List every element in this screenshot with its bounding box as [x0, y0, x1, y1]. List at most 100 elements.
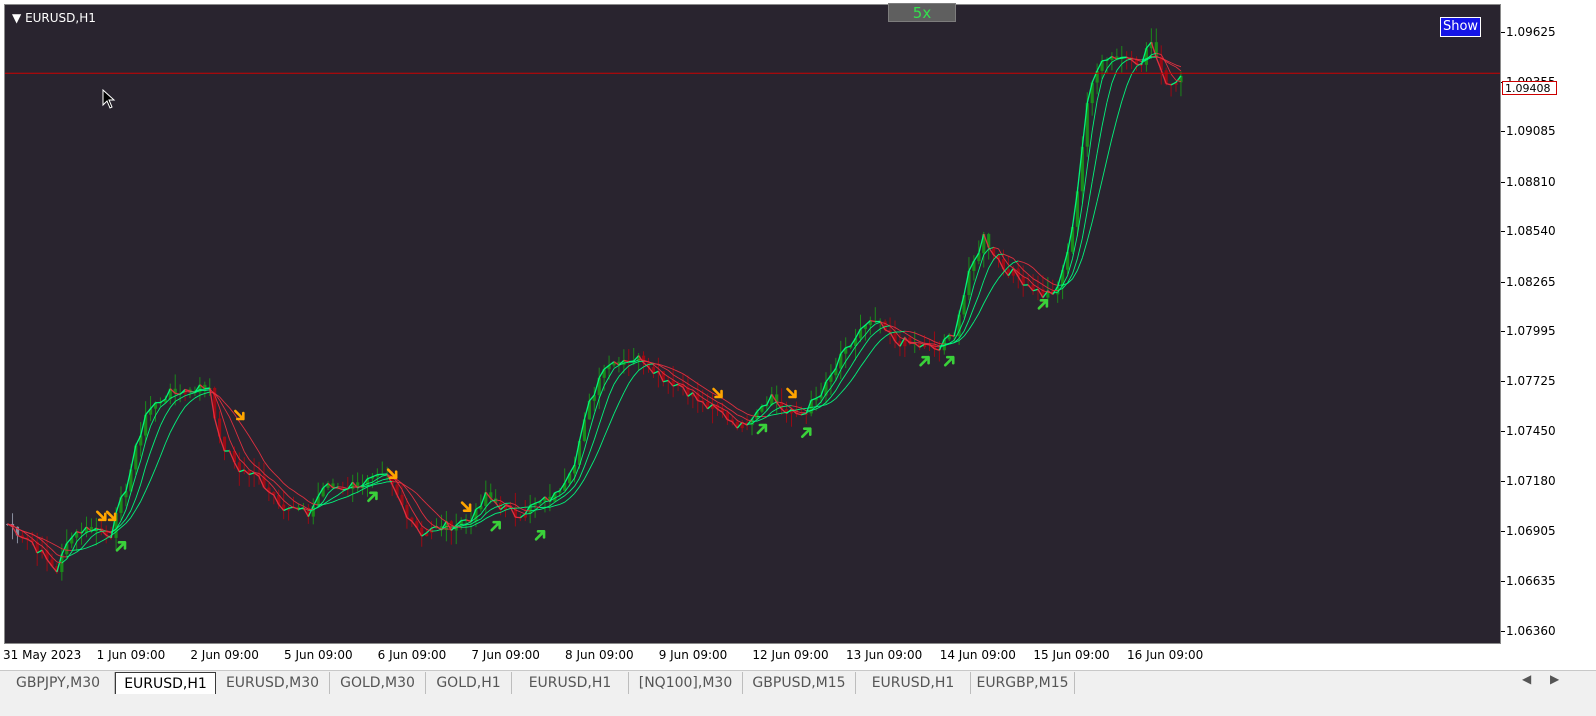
- sell-arrow-icon: [712, 387, 723, 399]
- symbol-text: EURUSD,H1: [25, 11, 96, 25]
- ma-ribbon-line-3: [549, 505, 555, 508]
- symbol-tab[interactable]: [NQ100],M30: [629, 672, 743, 694]
- ma-ribbon-line-2: [490, 506, 496, 511]
- ma-ribbon-line-2: [988, 259, 994, 269]
- show-button[interactable]: Show: [1440, 17, 1481, 37]
- ma-ribbon-line-2: [588, 439, 595, 454]
- ma-ribbon-line-3: [934, 341, 940, 344]
- ma-ribbon-line-2: [672, 374, 679, 379]
- ma-ribbon-line-3: [130, 509, 137, 518]
- ma-ribbon-line-2: [904, 332, 911, 337]
- ma-ribbon-line-2: [96, 530, 102, 534]
- y-tick-label: 1.07180: [1506, 473, 1556, 488]
- ma-ribbon-line-2: [796, 406, 802, 409]
- y-tick-mark: [1501, 531, 1505, 533]
- ma-ribbon-line-2: [712, 398, 718, 403]
- x-tick-label: 7 Jun 09:00: [471, 648, 540, 662]
- price-chart-svg: [5, 28, 1500, 581]
- ma-ribbon-line-3: [441, 518, 447, 523]
- ma-ribbon-line-3: [253, 443, 260, 453]
- ma-ribbon-line-2: [1121, 59, 1127, 65]
- ma-ribbon-line-2: [865, 336, 871, 345]
- tab-scroll-left-icon[interactable]: ◀: [1522, 672, 1531, 686]
- ma-ribbon-line-3: [337, 497, 343, 501]
- ma-ribbon-line-3: [406, 486, 413, 491]
- ma-ribbon-line-3: [500, 509, 506, 513]
- ma-ribbon-line-1: [667, 376, 674, 381]
- ma-ribbon-line-2: [835, 381, 842, 391]
- ma-ribbon-line-3: [732, 404, 738, 410]
- x-tick-label: 16 Jun 09:00: [1127, 648, 1204, 662]
- ma-ribbon-line-3: [638, 366, 644, 371]
- y-tick-label: 1.09625: [1506, 25, 1556, 40]
- y-tick-label: 1.06905: [1506, 524, 1556, 539]
- ma-ribbon-line-3: [135, 501, 142, 510]
- ma-ribbon-line-3: [293, 490, 299, 495]
- ma-ribbon-line-3: [919, 334, 925, 338]
- ma-ribbon-line-2: [771, 408, 777, 413]
- x-tick-label: 6 Jun 09:00: [377, 648, 447, 662]
- ma-ribbon-line-2: [41, 540, 48, 546]
- ma-ribbon-line-2: [86, 536, 92, 544]
- ma-ribbon-line-2: [603, 395, 610, 410]
- ma-ribbon-line-3: [1022, 261, 1029, 265]
- ma-ribbon-line-3: [865, 352, 871, 361]
- ma-ribbon-line-3: [588, 459, 595, 470]
- ma-ribbon-line-2: [737, 414, 743, 418]
- buy-arrow-icon: [800, 427, 812, 438]
- ma-ribbon-line-3: [835, 392, 842, 399]
- symbol-tab[interactable]: GOLD,H1: [426, 672, 512, 694]
- symbol-label[interactable]: ▼ EURUSD,H1: [12, 11, 96, 25]
- symbol-tab[interactable]: GBPJPY,M30: [2, 672, 115, 694]
- ma-ribbon-line-3: [56, 545, 63, 550]
- ma-ribbon-line-3: [342, 496, 348, 499]
- tab-scroll-right-icon[interactable]: ▶: [1550, 672, 1559, 686]
- ma-ribbon-line-1: [1106, 61, 1113, 69]
- dropdown-triangle-icon[interactable]: ▼: [12, 11, 21, 25]
- ma-ribbon-line-3: [697, 383, 703, 388]
- ma-ribbon-line-3: [283, 483, 289, 488]
- ma-ribbon-line-2: [1037, 281, 1044, 286]
- ma-ribbon-line-3: [263, 460, 270, 469]
- ma-ribbon-line-3: [593, 448, 600, 461]
- symbol-tab[interactable]: EURUSD,H1: [856, 672, 971, 694]
- ma-ribbon-line-1: [875, 321, 881, 325]
- ma-ribbon-line-3: [298, 493, 304, 498]
- ma-ribbon-line-3: [204, 391, 210, 394]
- ma-ribbon-line-2: [549, 501, 556, 507]
- ma-ribbon-line-3: [91, 543, 97, 547]
- symbol-tab[interactable]: EURGBP,M15: [971, 672, 1075, 694]
- symbol-tab[interactable]: EURUSD,H1: [115, 672, 216, 694]
- ma-ribbon-line-2: [1047, 287, 1053, 291]
- ma-ribbon-line-3: [998, 272, 1004, 279]
- ma-ribbon-line-2: [1111, 70, 1118, 84]
- ma-ribbon-line-2: [855, 350, 861, 359]
- ma-ribbon-line-2: [722, 403, 728, 409]
- ma-ribbon-line-2: [1096, 125, 1103, 154]
- plot-area[interactable]: ▼ EURUSD,H1: [4, 4, 1501, 644]
- ma-ribbon-line-3: [746, 413, 753, 417]
- ma-ribbon-line-2: [1116, 63, 1123, 71]
- symbol-tab[interactable]: EURUSD,H1: [512, 672, 629, 694]
- ma-ribbon-line-3: [140, 490, 147, 502]
- ma-ribbon-line-2: [579, 466, 585, 479]
- symbol-tab[interactable]: EURUSD,M30: [216, 672, 330, 694]
- symbol-tab[interactable]: GBPUSD,M15: [743, 672, 856, 694]
- ma-ribbon-line-3: [51, 542, 58, 547]
- ma-ribbon-line-2: [224, 408, 230, 418]
- ma-ribbon-line-3: [1086, 221, 1093, 241]
- ma-ribbon-line-3: [81, 547, 87, 550]
- ma-ribbon-line-2: [155, 425, 161, 439]
- ma-ribbon-line-2: [559, 495, 565, 500]
- ma-ribbon-line-2: [238, 439, 245, 452]
- ma-ribbon-line-3: [973, 313, 980, 323]
- ma-ribbon-line-3: [1111, 118, 1118, 139]
- ma-ribbon-line-1: [185, 391, 191, 393]
- zoom-button[interactable]: 5x: [888, 3, 956, 22]
- ma-ribbon-line-3: [243, 428, 250, 437]
- ma-ribbon-line-2: [426, 518, 432, 525]
- ma-ribbon-line-2: [1008, 255, 1014, 259]
- symbol-tab[interactable]: GOLD,M30: [330, 672, 426, 694]
- ma-ribbon-line-3: [623, 383, 630, 394]
- ma-ribbon-line-2: [850, 358, 856, 368]
